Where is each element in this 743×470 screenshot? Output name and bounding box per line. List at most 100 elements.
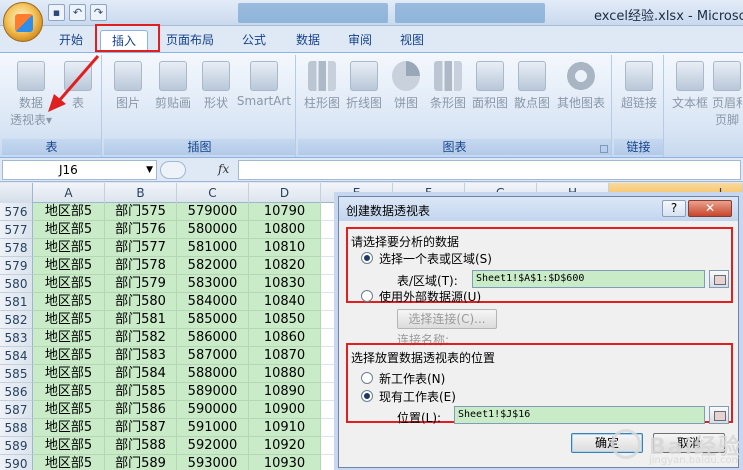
cell-a[interactable]: 地区部5	[33, 419, 105, 437]
cell-b[interactable]: 部门578	[105, 257, 177, 275]
cell-a[interactable]: 地区部5	[33, 329, 105, 347]
cell-d[interactable]: 10930	[249, 455, 321, 470]
row-header[interactable]: 576	[0, 203, 33, 221]
cell-b[interactable]: 部门575	[105, 203, 177, 221]
cell-b[interactable]: 部门586	[105, 401, 177, 419]
cell-d[interactable]: 10800	[249, 221, 321, 239]
location-collapse-icon[interactable]	[709, 406, 729, 424]
row-header[interactable]: 589	[0, 437, 33, 455]
cell-c[interactable]: 589000	[177, 383, 249, 401]
radio-select-range[interactable]	[361, 252, 373, 264]
tab-home[interactable]: 开始	[50, 30, 92, 52]
cell-d[interactable]: 10860	[249, 329, 321, 347]
background-window-tab[interactable]	[238, 3, 388, 23]
column-header-b[interactable]: B	[105, 183, 177, 203]
cell-d[interactable]: 10830	[249, 275, 321, 293]
choose-connection-button[interactable]: 选择连接(C)...	[397, 309, 497, 329]
cell-c[interactable]: 588000	[177, 365, 249, 383]
cell-c[interactable]: 585000	[177, 311, 249, 329]
area-chart-button[interactable]: 面积图	[470, 57, 510, 111]
location-input[interactable]: Sheet1!$J$16	[454, 406, 705, 424]
charts-dialog-launcher-icon[interactable]	[600, 145, 608, 153]
cell-b[interactable]: 部门583	[105, 347, 177, 365]
cell-d[interactable]: 10850	[249, 311, 321, 329]
column-header-a[interactable]: A	[33, 183, 105, 203]
row-header[interactable]: 590	[0, 455, 33, 470]
close-icon[interactable]: ✕	[688, 200, 732, 217]
cell-a[interactable]: 地区部5	[33, 401, 105, 419]
cell-c[interactable]: 593000	[177, 455, 249, 470]
cell-b[interactable]: 部门585	[105, 383, 177, 401]
row-header[interactable]: 587	[0, 401, 33, 419]
cell-a[interactable]: 地区部5	[33, 257, 105, 275]
bar-chart-button[interactable]: 条形图	[428, 57, 468, 111]
cell-c[interactable]: 580000	[177, 221, 249, 239]
tab-review[interactable]: 审阅	[338, 30, 382, 52]
tab-page-layout[interactable]: 页面布局	[158, 30, 222, 52]
save-icon[interactable]: ▪	[48, 4, 65, 21]
pie-chart-button[interactable]: 饼图	[386, 57, 426, 111]
tab-view[interactable]: 视图	[390, 30, 434, 52]
clipart-button[interactable]: 剪贴画	[150, 57, 196, 111]
row-header[interactable]: 583	[0, 329, 33, 347]
help-button[interactable]: ?	[662, 200, 686, 217]
cell-c[interactable]: 586000	[177, 329, 249, 347]
cell-c[interactable]: 584000	[177, 293, 249, 311]
row-header[interactable]: 577	[0, 221, 33, 239]
cell-b[interactable]: 部门589	[105, 455, 177, 470]
radio-new-sheet-label[interactable]: 新工作表(N)	[379, 370, 445, 387]
column-header-d[interactable]: D	[249, 183, 321, 203]
cell-d[interactable]: 10910	[249, 419, 321, 437]
column-header-c[interactable]: C	[177, 183, 249, 203]
background-window-tab[interactable]	[395, 3, 545, 23]
cell-a[interactable]: 地区部5	[33, 455, 105, 470]
smartart-button[interactable]: SmartArt	[236, 57, 292, 108]
tab-formulas[interactable]: 公式	[232, 30, 276, 52]
cell-a[interactable]: 地区部5	[33, 347, 105, 365]
office-button[interactable]	[3, 2, 43, 42]
cell-c[interactable]: 592000	[177, 437, 249, 455]
redo-icon[interactable]: ↷	[90, 4, 107, 21]
cell-a[interactable]: 地区部5	[33, 311, 105, 329]
cell-c[interactable]: 581000	[177, 239, 249, 257]
row-header[interactable]: 586	[0, 383, 33, 401]
radio-select-range-label[interactable]: 选择一个表或区域(S)	[379, 250, 492, 267]
cell-d[interactable]: 10870	[249, 347, 321, 365]
radio-existing-sheet[interactable]	[361, 390, 373, 402]
shapes-button[interactable]: 形状	[198, 57, 234, 111]
cell-d[interactable]: 10920	[249, 437, 321, 455]
cell-d[interactable]: 10900	[249, 401, 321, 419]
cell-c[interactable]: 582000	[177, 257, 249, 275]
textbox-button[interactable]: 文本框	[670, 57, 710, 111]
cell-d[interactable]: 10880	[249, 365, 321, 383]
cell-d[interactable]: 10820	[249, 257, 321, 275]
name-box[interactable]: J16 ▼	[2, 160, 157, 180]
pivot-table-button[interactable]: 数据 透视表▾	[6, 57, 56, 128]
cell-a[interactable]: 地区部5	[33, 437, 105, 455]
cell-d[interactable]: 10790	[249, 203, 321, 221]
row-header[interactable]: 584	[0, 347, 33, 365]
cell-a[interactable]: 地区部5	[33, 239, 105, 257]
cell-b[interactable]: 部门588	[105, 437, 177, 455]
hyperlink-button[interactable]: 超链接	[618, 57, 660, 111]
picture-button[interactable]: 图片	[110, 57, 146, 111]
cell-b[interactable]: 部门587	[105, 419, 177, 437]
cell-c[interactable]: 579000	[177, 203, 249, 221]
column-chart-button[interactable]: 柱形图	[302, 57, 342, 111]
cell-c[interactable]: 587000	[177, 347, 249, 365]
cell-d[interactable]: 10890	[249, 383, 321, 401]
row-header[interactable]: 588	[0, 419, 33, 437]
header-footer-button[interactable]: 页眉和 页脚	[712, 57, 742, 128]
cell-c[interactable]: 591000	[177, 419, 249, 437]
cell-a[interactable]: 地区部5	[33, 383, 105, 401]
cell-c[interactable]: 583000	[177, 275, 249, 293]
tab-data[interactable]: 数据	[286, 30, 330, 52]
row-header[interactable]: 580	[0, 275, 33, 293]
formula-toggle[interactable]	[160, 161, 186, 179]
row-header[interactable]: 585	[0, 365, 33, 383]
other-charts-button[interactable]: 其他图表	[554, 57, 608, 111]
insert-function-icon[interactable]: fx	[218, 162, 229, 176]
cell-a[interactable]: 地区部5	[33, 275, 105, 293]
cell-a[interactable]: 地区部5	[33, 221, 105, 239]
formula-input[interactable]	[238, 160, 741, 180]
